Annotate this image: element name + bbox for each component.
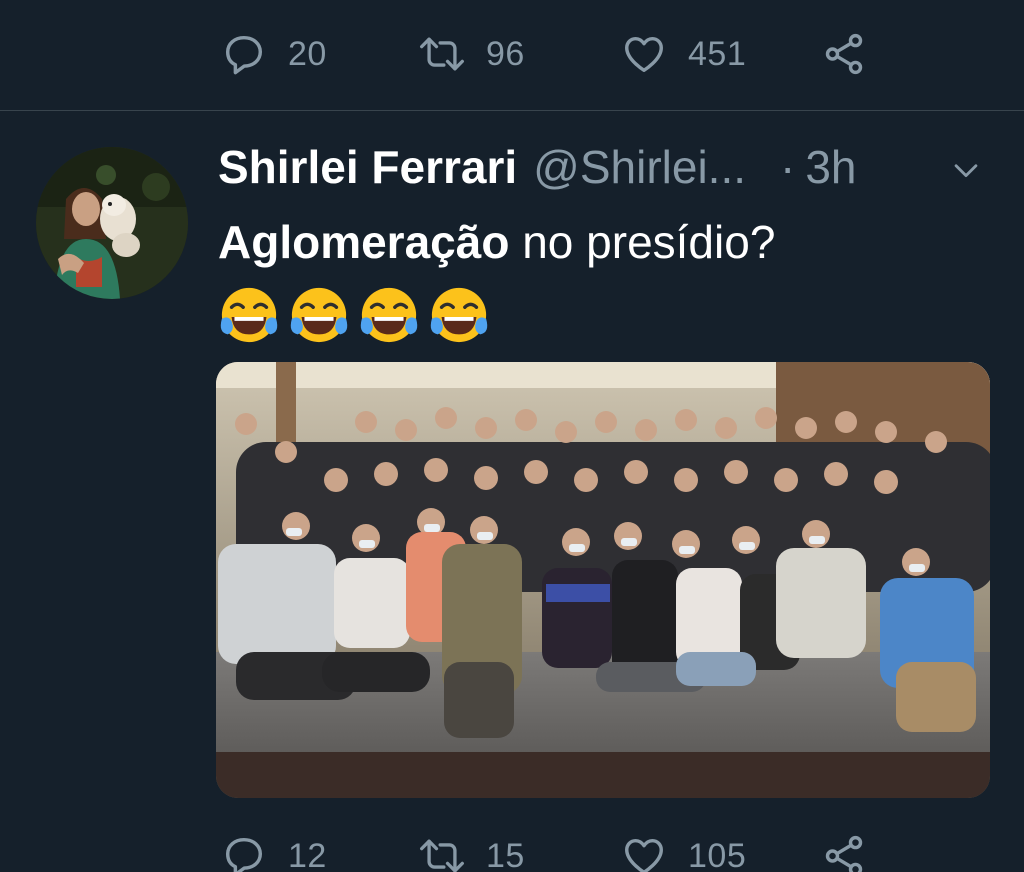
retweet-icon: [418, 832, 466, 872]
avatar[interactable]: [36, 147, 188, 299]
reply-icon: [220, 832, 268, 872]
tweet-photo[interactable]: [216, 362, 990, 798]
twitter-timeline: 20 96 451 Shirlei Ferrari @Shirlei... · …: [0, 0, 1024, 872]
tweet-emojis: [218, 284, 490, 346]
tweet-header: Shirlei Ferrari @Shirlei... · 3h: [218, 140, 857, 200]
author-name[interactable]: Shirlei Ferrari: [218, 140, 517, 194]
retweet-icon: [418, 30, 466, 78]
previous-tweet-actions: 20 96 451: [0, 24, 1024, 84]
tweet-actions: 12 15 105: [0, 826, 1024, 872]
separator: ·: [780, 141, 796, 193]
tweet-divider: [0, 110, 1024, 111]
chevron-down-icon: [949, 153, 983, 192]
tweet-menu-button[interactable]: [946, 152, 986, 192]
retweet-button[interactable]: 96: [418, 24, 525, 84]
reply-count: 12: [288, 836, 327, 872]
like-count: 451: [688, 34, 747, 73]
share-icon: [820, 832, 868, 872]
like-button[interactable]: 451: [620, 24, 746, 84]
face-with-tears-of-joy-icon: [360, 287, 418, 343]
share-icon: [820, 30, 868, 78]
like-count: 105: [688, 836, 747, 872]
tweet-time[interactable]: 3h: [805, 140, 856, 194]
reply-icon: [220, 30, 268, 78]
heart-icon: [620, 832, 668, 872]
heart-icon: [620, 30, 668, 78]
share-button[interactable]: [820, 24, 868, 84]
author-handle[interactable]: @Shirlei...: [533, 140, 746, 194]
reply-button[interactable]: 20: [220, 24, 327, 84]
reply-button[interactable]: 12: [220, 826, 327, 872]
face-with-tears-of-joy-icon: [430, 287, 488, 343]
reply-count: 20: [288, 34, 327, 73]
face-with-tears-of-joy-icon: [220, 287, 278, 343]
tweet-text: Aglomeração no presídio?: [218, 212, 775, 272]
tweet-text-rest: no presídio?: [509, 216, 776, 268]
share-button[interactable]: [820, 826, 868, 872]
tweet-text-bold: Aglomeração: [218, 216, 510, 268]
retweet-count: 15: [486, 836, 525, 872]
face-with-tears-of-joy-icon: [290, 287, 348, 343]
like-button[interactable]: 105: [620, 826, 746, 872]
retweet-count: 96: [486, 34, 525, 73]
retweet-button[interactable]: 15: [418, 826, 525, 872]
